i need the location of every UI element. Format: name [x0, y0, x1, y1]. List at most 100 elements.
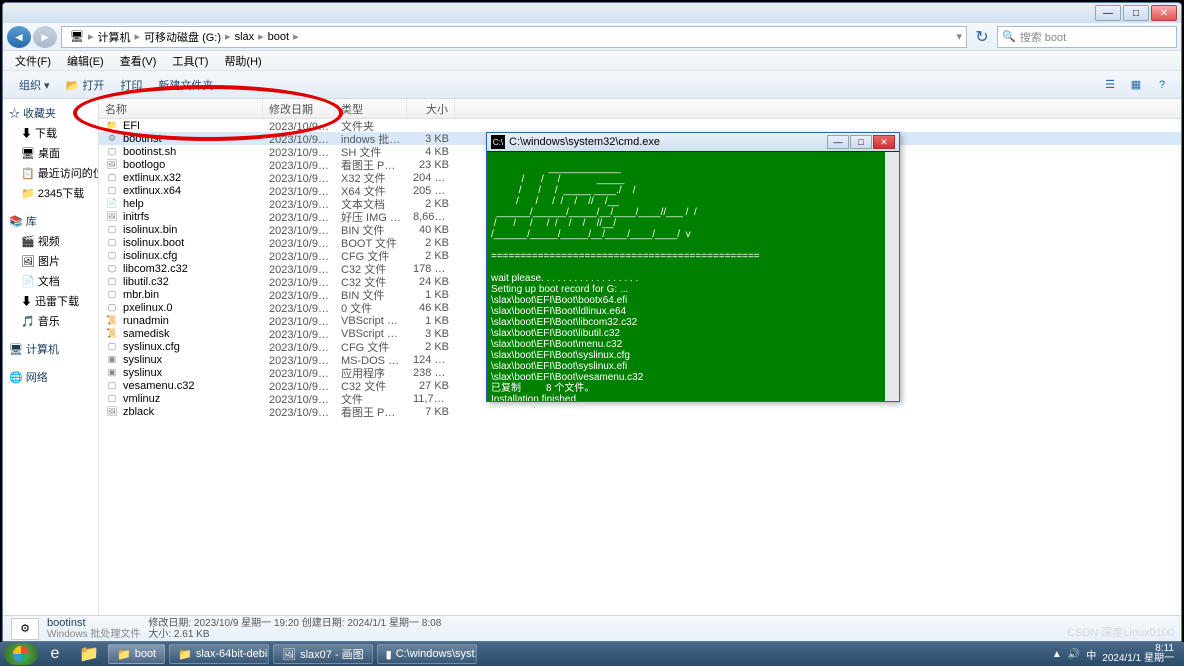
- refresh-button[interactable]: ↻: [971, 27, 993, 47]
- task-icon: 🖼: [282, 648, 296, 661]
- sidebar-item[interactable]: 📋 最近访问的位置: [3, 163, 98, 183]
- col-type[interactable]: 类型: [335, 99, 407, 118]
- file-icon: ▢: [105, 393, 119, 405]
- cmd-minimize-button[interactable]: —: [827, 135, 849, 149]
- file-size: 8,665 KB: [407, 211, 455, 223]
- menu-edit[interactable]: 编辑(E): [59, 53, 112, 69]
- breadcrumb-seg[interactable]: slax: [231, 31, 259, 43]
- close-button[interactable]: ✕: [1151, 5, 1177, 21]
- file-name: libutil.c32: [123, 276, 169, 288]
- sidebar: ☆ 收藏夹⬇ 下载🖥 桌面📋 最近访问的位置📁 2345下载 📚 库🎬 视频🖼 图…: [3, 99, 99, 634]
- cmd-scrollbar[interactable]: [885, 152, 899, 401]
- file-icon: ▢: [105, 237, 119, 249]
- tray[interactable]: ▲ 🔊 中 8:11 2024/1/1 星期一: [1046, 644, 1180, 664]
- start-button[interactable]: [4, 643, 38, 665]
- taskbar-task[interactable]: ▮C:\windows\syst...: [377, 644, 477, 664]
- minimize-button[interactable]: —: [1095, 5, 1121, 21]
- sidebar-item[interactable]: 🖥 桌面: [3, 143, 98, 163]
- tray-ime-icon[interactable]: 中: [1086, 647, 1096, 662]
- nav-back-button[interactable]: ◄: [7, 26, 31, 48]
- file-icon: ▢: [105, 341, 119, 353]
- column-header[interactable]: 名称 修改日期 类型 大小: [99, 99, 1181, 119]
- taskbar-task[interactable]: 📁 slax-64bit-debia...: [169, 644, 269, 664]
- file-size: 2 KB: [407, 237, 455, 249]
- file-size: 3 KB: [407, 133, 455, 145]
- cmd-body: _____________ / / / _____ / / / _____ __…: [487, 151, 899, 401]
- sidebar-group-header[interactable]: ☆ 收藏夹: [3, 103, 98, 123]
- cmd-close-button[interactable]: ✕: [873, 135, 895, 149]
- menu-help[interactable]: 帮助(H): [216, 53, 269, 69]
- maximize-button[interactable]: □: [1123, 5, 1149, 21]
- file-size: 124 KB: [407, 354, 455, 366]
- file-name: help: [123, 198, 144, 210]
- pinned-explorer-icon[interactable]: 📁: [72, 643, 106, 665]
- menu-tools[interactable]: 工具(T): [164, 53, 216, 69]
- file-name: extlinux.x64: [123, 185, 181, 197]
- sidebar-item[interactable]: 🎵 音乐: [3, 311, 98, 331]
- toolbar-newfolder[interactable]: 新建文件夹: [150, 77, 221, 93]
- sidebar-group-header[interactable]: 📚 库: [3, 211, 98, 231]
- taskbar-task[interactable]: 📁boot: [108, 644, 165, 664]
- file-size: 27 KB: [407, 380, 455, 392]
- pinned-ie-icon[interactable]: e: [38, 643, 72, 665]
- col-size[interactable]: 大小: [407, 99, 455, 118]
- file-name: pxelinux.0: [123, 302, 173, 314]
- view-mode-icon[interactable]: ☰: [1099, 75, 1121, 95]
- file-row[interactable]: 🖼zblack2023/10/9 星期...看图王 PNG 图片...7 KB: [99, 405, 1181, 418]
- titlebar: — □ ✕: [3, 3, 1181, 23]
- tray-overflow-icon[interactable]: ▲: [1052, 649, 1062, 660]
- sidebar-item[interactable]: ⬇ 下载: [3, 123, 98, 143]
- cmd-icon: C:\: [491, 135, 505, 149]
- toolbar-open[interactable]: 📂 打开: [58, 77, 113, 93]
- taskbar-task[interactable]: 🖼slax07 - 画图: [273, 644, 373, 664]
- file-name: isolinux.cfg: [123, 250, 177, 262]
- sidebar-item[interactable]: ⬇ 迅雷下载: [3, 291, 98, 311]
- tray-volume-icon[interactable]: 🔊: [1068, 649, 1080, 660]
- breadcrumb-seg[interactable]: 计算机: [94, 29, 135, 45]
- file-name: vesamenu.c32: [123, 380, 195, 392]
- sidebar-group-header[interactable]: 🖥 计算机: [3, 339, 98, 359]
- search-input[interactable]: 🔍 搜索 boot: [997, 26, 1177, 48]
- cmd-titlebar[interactable]: C:\ C:\windows\system32\cmd.exe — □ ✕: [487, 133, 899, 151]
- sidebar-item[interactable]: 🖼 图片: [3, 251, 98, 271]
- file-size: 11,737 KB: [407, 393, 455, 405]
- file-icon: ▢: [105, 185, 119, 197]
- file-icon: ▢: [105, 289, 119, 301]
- sidebar-item[interactable]: 📄 文档: [3, 271, 98, 291]
- task-label: C:\windows\syst...: [396, 648, 477, 660]
- taskbar: e 📁 📁boot📁slax-64bit-debia...🖼slax07 - 画…: [0, 642, 1184, 666]
- nav-forward-button[interactable]: ►: [33, 26, 57, 48]
- file-name: syslinux: [123, 367, 162, 379]
- file-icon: ▢: [105, 380, 119, 392]
- file-name: bootinst.sh: [123, 146, 176, 158]
- breadcrumb-seg[interactable]: boot: [264, 31, 293, 43]
- vbs-icon: 📜: [105, 328, 119, 340]
- tray-clock[interactable]: 8:11 2024/1/1 星期一: [1102, 644, 1174, 664]
- sidebar-item[interactable]: 🎬 视频: [3, 231, 98, 251]
- preview-pane-icon[interactable]: ▦: [1125, 75, 1147, 95]
- breadcrumb-seg[interactable]: 可移动磁盘 (G:): [140, 29, 225, 45]
- file-icon: ▢: [105, 172, 119, 184]
- folder-icon: 📁: [105, 120, 119, 132]
- statusbar: ⚙ bootinst Windows 批处理文件 修改日期: 2023/10/9…: [3, 615, 1181, 641]
- col-name[interactable]: 名称: [99, 99, 263, 118]
- toolbar-organize[interactable]: 组织 ▾: [11, 77, 58, 93]
- task-label: slax-64bit-debia...: [196, 648, 269, 660]
- help-icon[interactable]: ?: [1151, 75, 1173, 95]
- windows-orb-icon: [13, 646, 29, 662]
- col-date[interactable]: 修改日期: [263, 99, 335, 118]
- file-icon: ▢: [105, 146, 119, 158]
- cmd-window[interactable]: C:\ C:\windows\system32\cmd.exe — □ ✕ __…: [486, 132, 900, 402]
- menu-file[interactable]: 文件(F): [7, 53, 59, 69]
- file-row[interactable]: 📁EFI2023/10/9 星期...文件夹: [99, 119, 1181, 132]
- breadcrumb[interactable]: 🖥 ▸ 计算机 ▸ 可移动磁盘 (G:) ▸ slax ▸ boot ▸ ▾: [61, 26, 967, 48]
- toolbar-print[interactable]: 打印: [112, 77, 150, 93]
- cmd-maximize-button[interactable]: □: [850, 135, 872, 149]
- task-icon: 📁: [178, 648, 192, 661]
- sidebar-item[interactable]: 📁 2345下载: [3, 183, 98, 203]
- file-type: 0 文件: [335, 300, 407, 316]
- sidebar-group-header[interactable]: 🌐 网络: [3, 367, 98, 387]
- file-icon: ▢: [105, 263, 119, 275]
- menu-view[interactable]: 查看(V): [112, 53, 165, 69]
- status-filename: bootinst: [47, 618, 140, 629]
